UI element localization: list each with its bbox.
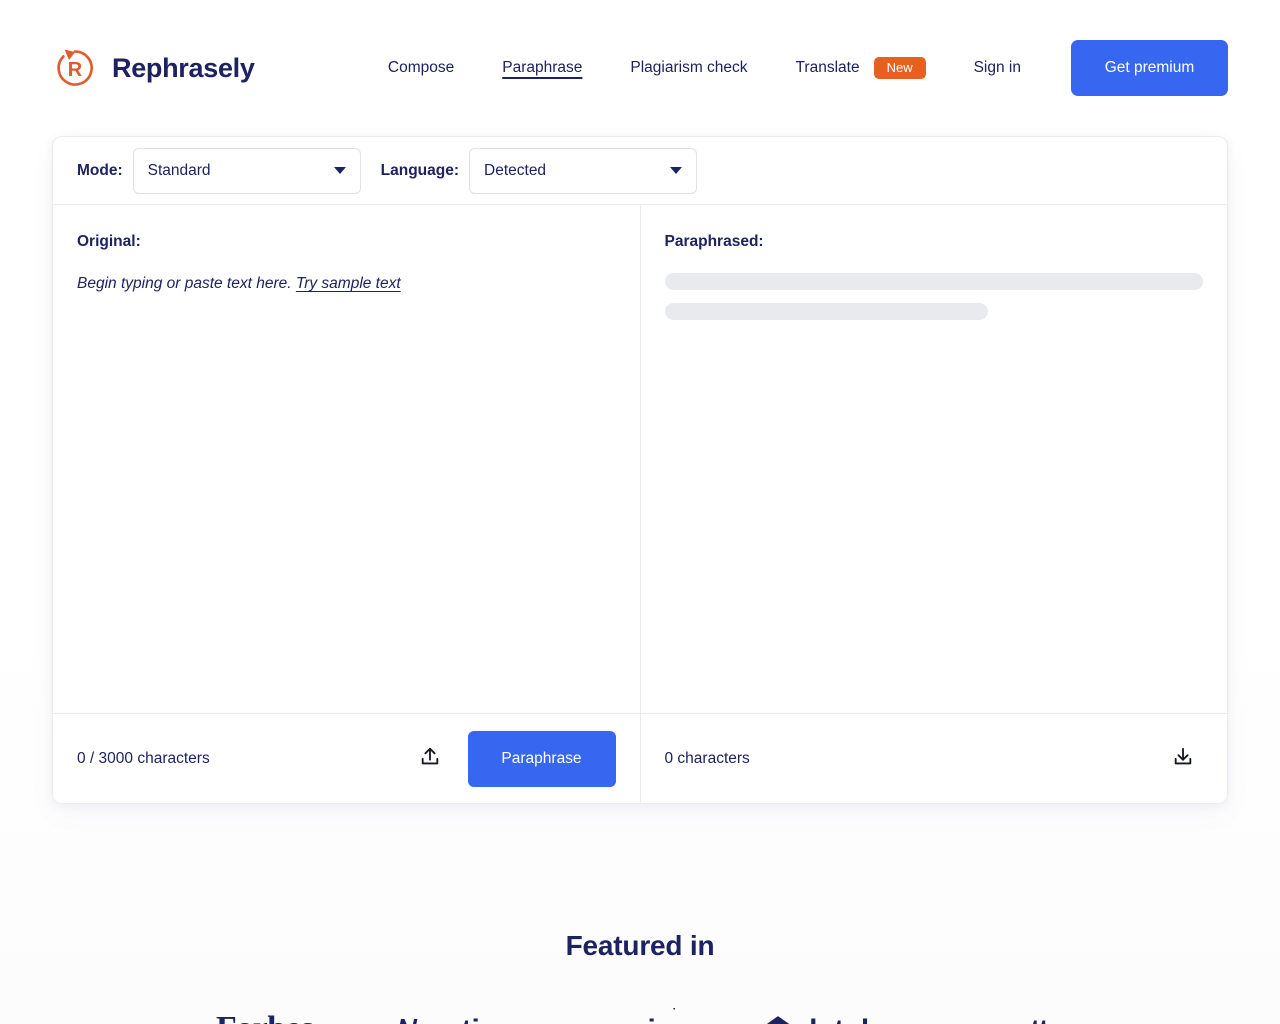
editor-footer: 0 / 3000 characters Paraphrase 0	[53, 713, 1227, 803]
mode-label: Mode:	[77, 162, 123, 180]
featured-in-section: Featured in Forbes 𝑁 notion zapier ✳ da	[0, 930, 1280, 1024]
paraphrased-character-count: 0 characters	[665, 750, 750, 768]
databox-pentagon-icon	[765, 1014, 791, 1024]
featured-in-title: Featured in	[0, 930, 1280, 962]
language-select[interactable]: Detected	[469, 148, 697, 194]
logo-zapier-label: zapier	[600, 1014, 681, 1024]
skeleton-line	[665, 273, 1204, 290]
page-root: R Rephrasely Compose Paraphrase Plagiari…	[0, 0, 1280, 1024]
get-premium-button[interactable]: Get premium	[1071, 40, 1228, 96]
upload-button[interactable]	[410, 739, 450, 779]
chevron-down-icon	[334, 167, 346, 174]
site-header: R Rephrasely Compose Paraphrase Plagiari…	[0, 0, 1280, 136]
language-field-group: Language: Detected	[381, 148, 697, 194]
try-sample-text-link[interactable]: Try sample text	[296, 275, 401, 292]
paraphrased-pane: Paraphrased:	[641, 205, 1228, 713]
paraphrase-card: Mode: Standard Language: Detected O	[52, 136, 1228, 804]
nav-item-plagiarism-check[interactable]: Plagiarism check	[606, 51, 771, 85]
main-navigation: Compose Paraphrase Plagiarism check Tran…	[364, 40, 1228, 96]
logo-zapier: zapier ✳	[600, 1014, 681, 1024]
brand-logo[interactable]: R Rephrasely	[52, 45, 255, 91]
mode-select-value: Standard	[148, 162, 211, 180]
logo-forbes-label: Forbes	[216, 1010, 313, 1024]
paraphrased-title: Paraphrased:	[665, 233, 1204, 251]
original-title: Original:	[77, 233, 616, 251]
original-placeholder: Begin typing or paste text here. Try sam…	[77, 273, 616, 295]
brand-name: Rephrasely	[112, 53, 255, 84]
mode-field-group: Mode: Standard	[77, 148, 361, 194]
logo-notion: 𝑁 notion	[397, 1014, 516, 1024]
paraphrased-footer: 0 characters	[641, 714, 1228, 803]
logo-forbes: Forbes	[216, 1010, 313, 1024]
logo-notion-label: notion	[425, 1014, 517, 1024]
original-placeholder-text: Begin typing or paste text here.	[77, 275, 292, 292]
nav-item-translate[interactable]: Translate New	[772, 49, 950, 87]
original-pane[interactable]: Original: Begin typing or paste text her…	[53, 205, 641, 713]
logo-ostto-label: ostto	[998, 1014, 1064, 1024]
language-label: Language:	[381, 162, 459, 180]
nav-item-paraphrase[interactable]: Paraphrase	[478, 51, 606, 85]
language-select-value: Detected	[484, 162, 546, 180]
download-button[interactable]	[1163, 739, 1203, 779]
paraphrase-button[interactable]: Paraphrase	[468, 731, 616, 787]
nav-item-sign-in[interactable]: Sign in	[950, 51, 1045, 85]
featured-logo-row: Forbes 𝑁 notion zapier ✳ databox ostto	[0, 1008, 1280, 1024]
mode-select[interactable]: Standard	[133, 148, 361, 194]
chevron-down-icon	[670, 167, 682, 174]
editor-toolbar: Mode: Standard Language: Detected	[53, 137, 1227, 205]
logo-databox: databox	[765, 1014, 914, 1024]
upload-icon	[419, 746, 441, 771]
nav-item-translate-label: Translate	[796, 59, 860, 77]
skeleton-line	[665, 303, 988, 320]
svg-text:R: R	[68, 59, 83, 81]
editor-panes: Original: Begin typing or paste text her…	[53, 205, 1227, 713]
notion-glyph-icon: 𝑁	[397, 1015, 417, 1024]
original-footer: 0 / 3000 characters Paraphrase	[53, 714, 641, 803]
download-icon	[1172, 746, 1194, 771]
logo-databox-label: databox	[799, 1014, 914, 1024]
nav-item-compose[interactable]: Compose	[364, 51, 478, 85]
logo-ostto: ostto	[998, 1014, 1064, 1024]
editor-card-wrapper: Mode: Standard Language: Detected O	[0, 136, 1280, 804]
original-character-count: 0 / 3000 characters	[77, 750, 210, 768]
new-badge: New	[874, 57, 926, 79]
zapier-asterisk-icon: ✳	[666, 1008, 681, 1015]
rephrasely-circular-arrow-icon: R	[52, 45, 98, 91]
